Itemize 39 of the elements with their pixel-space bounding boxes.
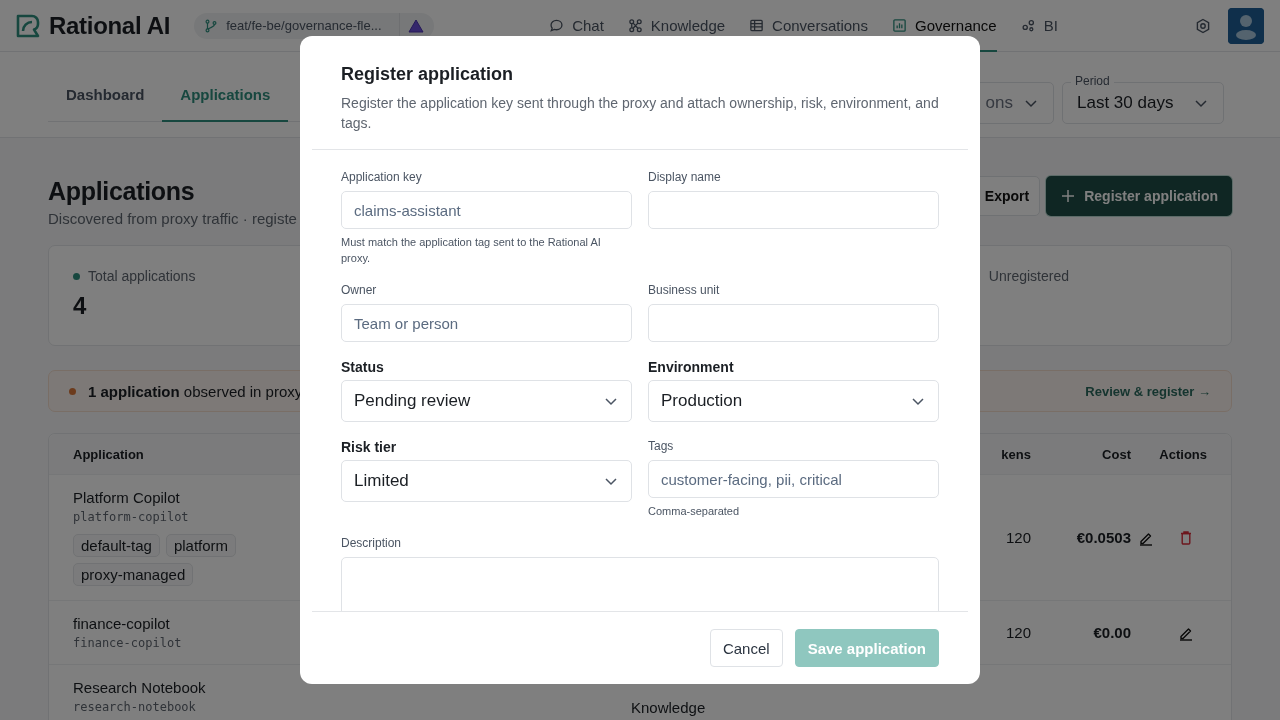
app-key: research-notebook: [73, 700, 253, 714]
app-name: Platform Copilot: [73, 489, 181, 506]
field-label: Environment: [648, 359, 735, 375]
column-header: kens: [1001, 446, 1031, 462]
field-label: Status: [341, 359, 385, 375]
column-header: Application: [73, 446, 144, 462]
alert-text: 1 application observed in proxy: [88, 382, 303, 400]
app-key: platform-copilot: [73, 510, 253, 524]
dropdown-label: Period: [1071, 74, 1114, 88]
cost-cell-text: €0.0503: [1075, 529, 1131, 546]
field-label: Application key: [341, 170, 423, 184]
field-label: Display name: [648, 170, 722, 184]
field-label: Owner: [341, 283, 378, 297]
table-cell-text: Knowledge: [631, 698, 706, 716]
page-subtitle: Discovered from proxy traffic · registe: [48, 210, 297, 227]
field-label: Tags: [648, 439, 675, 453]
tokens-cell-text: 120: [1004, 624, 1031, 641]
tokens-cell-text: 120: [1004, 529, 1031, 546]
field-label: Description: [341, 536, 403, 550]
app-key: finance-copilot: [73, 636, 253, 650]
stat-label: Total applications: [88, 268, 196, 284]
app-name: finance-copilot: [73, 615, 171, 632]
tag-chip: platform: [165, 534, 237, 557]
app-name: Research Notebook: [73, 679, 207, 696]
stat-value: 4: [73, 292, 88, 320]
field-label: Business unit: [648, 283, 721, 297]
stat-label: Unregistered: [988, 268, 1069, 284]
page-title: Applications: [48, 177, 196, 206]
brand-name: Rational AI: [49, 11, 171, 40]
field-hint: Must match the application tag sent to the Rational AI proxy.: [341, 235, 602, 266]
field-label: Risk tier: [341, 439, 398, 455]
column-header: Cost: [1102, 446, 1131, 462]
field-hint: Comma-separated: [648, 504, 741, 519]
dialog-description: Register the application key sent through the proxy and attach ownership, risk, environment, and tags.: [341, 94, 939, 133]
cost-cell-text: €0.00: [1092, 624, 1131, 641]
tag-chip: default-tag: [73, 534, 160, 557]
column-header: Actions: [1159, 446, 1207, 462]
tag-chip: proxy-managed: [73, 563, 194, 586]
dialog-title: Register application: [341, 64, 515, 85]
